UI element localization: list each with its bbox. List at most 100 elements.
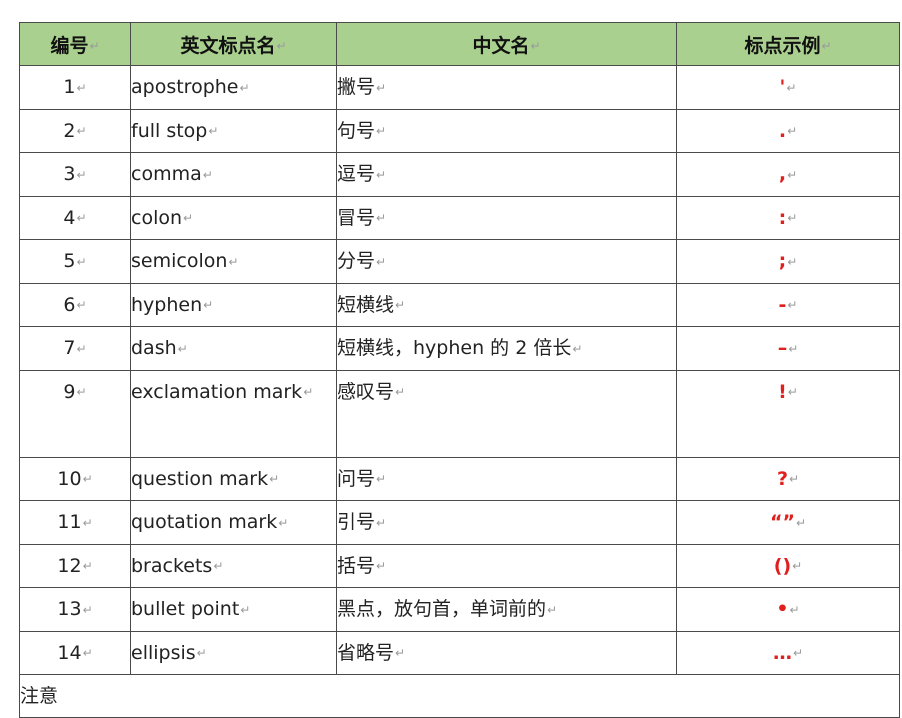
- table-row: 5↵ semicolon↵ 分号↵ ;↵: [19, 239, 900, 284]
- header-example: 标点示例↵: [676, 22, 900, 66]
- paragraph-mark-icon: ↵: [278, 515, 289, 530]
- paragraph-mark-icon: ↵: [82, 602, 93, 617]
- paragraph-mark-icon: ↵: [183, 211, 194, 225]
- cell-english-name-text: colon: [131, 206, 183, 229]
- table-row: 1↵ apostrophe↵ 撇号↵ '↵: [19, 65, 900, 110]
- paragraph-mark-icon: ↵: [76, 167, 87, 182]
- cell-number-text: 2: [63, 119, 76, 142]
- paragraph-mark-icon: ↵: [76, 385, 87, 399]
- paragraph-mark-icon: ↵: [376, 167, 387, 182]
- cell-english-name: ellipsis↵: [130, 630, 337, 675]
- cell-example-text: ?: [776, 467, 788, 490]
- paragraph-mark-icon: ↵: [269, 472, 280, 486]
- paragraph-mark-icon: ↵: [239, 80, 250, 95]
- cell-english-name: colon↵: [130, 195, 337, 240]
- paragraph-mark-icon: ↵: [788, 472, 800, 486]
- paragraph-mark-icon: ↵: [376, 472, 387, 486]
- cell-english-name: bullet point↵: [130, 587, 337, 632]
- cell-english-name-text: comma: [131, 163, 202, 185]
- cell-example-text: –: [777, 337, 788, 359]
- paragraph-mark-icon: ↵: [76, 254, 87, 269]
- paragraph-mark-icon: ↵: [76, 124, 87, 138]
- paragraph-mark-icon: ↵: [203, 298, 214, 312]
- cell-example-text: :: [778, 206, 787, 229]
- table-header-row: 编号↵ 英文标点名↵ 中文名↵ 标点示例↵: [19, 22, 900, 66]
- cell-chinese-name-text: 黑点，放句首，单词前的: [337, 598, 547, 620]
- cell-english-name-text: exclamation mark: [131, 380, 303, 403]
- cell-chinese-name: 问号↵: [336, 456, 677, 501]
- cell-number: 1↵: [19, 65, 131, 110]
- cell-example: -↵: [676, 282, 900, 327]
- cell-english-name-text: semicolon: [131, 250, 228, 272]
- paragraph-mark-icon: ↵: [786, 80, 797, 95]
- paragraph-mark-icon: ↵: [228, 254, 239, 269]
- cell-english-name: dash↵: [130, 326, 337, 371]
- cell-english-name: semicolon↵: [130, 239, 337, 284]
- paragraph-mark-icon: ↵: [82, 515, 93, 530]
- cell-example-text: “”: [769, 511, 795, 533]
- cell-chinese-name: 黑点，放句首，单词前的↵: [336, 587, 677, 632]
- cell-chinese-name-text: 问号: [337, 467, 376, 490]
- table-row: 10↵ question mark↵ 问号↵ ?↵: [19, 456, 900, 501]
- cell-english-name: comma↵: [130, 152, 337, 197]
- cell-example: …↵: [676, 630, 900, 675]
- cell-example-text: .: [778, 119, 787, 142]
- paragraph-mark-icon: ↵: [76, 341, 87, 356]
- note-row: 注意: [19, 674, 900, 718]
- note-cell: 注意: [19, 674, 900, 718]
- table-row: 13↵ bullet point↵ 黑点，放句首，单词前的↵ •↵: [19, 587, 900, 632]
- cell-example: ?↵: [676, 456, 900, 501]
- cell-english-name-text: apostrophe: [131, 76, 239, 98]
- cell-number: 12↵: [19, 543, 131, 588]
- cell-number: 6↵: [19, 282, 131, 327]
- cell-chinese-name-text: 短横线: [337, 293, 395, 316]
- cell-number: 9↵: [19, 369, 131, 458]
- cell-number: 10↵: [19, 456, 131, 501]
- cell-number: 13↵: [19, 587, 131, 632]
- cell-english-name-text: hyphen: [131, 293, 203, 316]
- cell-chinese-name: 短横线，hyphen 的 2 倍长↵: [336, 326, 677, 371]
- paragraph-mark-icon: ↵: [240, 602, 251, 617]
- cell-english-name: brackets↵: [130, 543, 337, 588]
- cell-chinese-name: 分号↵: [336, 239, 677, 284]
- paragraph-mark-icon: ↵: [395, 385, 406, 399]
- cell-english-name-text: brackets: [131, 554, 213, 577]
- cell-example: –↵: [676, 326, 900, 371]
- cell-chinese-name: 逗号↵: [336, 152, 677, 197]
- paragraph-mark-icon: ↵: [177, 341, 188, 356]
- paragraph-mark-icon: ↵: [208, 124, 219, 138]
- cell-example: “”↵: [676, 500, 900, 545]
- cell-number: 4↵: [19, 195, 131, 240]
- paragraph-mark-icon: ↵: [376, 559, 387, 573]
- header-number: 编号↵: [19, 22, 131, 66]
- paragraph-mark-icon: ↵: [82, 559, 93, 573]
- paragraph-mark-icon: ↵: [572, 341, 583, 356]
- paragraph-mark-icon: ↵: [376, 211, 387, 225]
- cell-chinese-name: 括号↵: [336, 543, 677, 588]
- cell-number-text: 14: [57, 641, 82, 664]
- paragraph-mark-icon: ↵: [787, 254, 798, 269]
- cell-english-name: full stop↵: [130, 108, 337, 153]
- cell-chinese-name-text: 句号: [337, 119, 376, 142]
- cell-number: 5↵: [19, 239, 131, 284]
- cell-english-name: hyphen↵: [130, 282, 337, 327]
- cell-example: !↵: [676, 369, 900, 458]
- cell-example: :↵: [676, 195, 900, 240]
- cell-chinese-name: 感叹号↵: [336, 369, 677, 458]
- cell-english-name: exclamation mark↵: [130, 369, 337, 458]
- cell-chinese-name-text: 感叹号: [337, 380, 395, 403]
- paragraph-mark-icon: ↵: [788, 341, 799, 356]
- paragraph-mark-icon: ↵: [76, 298, 87, 312]
- cell-chinese-name-text: 撇号: [337, 76, 376, 98]
- cell-chinese-name: 引号↵: [336, 500, 677, 545]
- cell-chinese-name-text: 逗号: [337, 163, 376, 185]
- cell-example-text: ': [779, 76, 786, 98]
- cell-number-text: 4: [63, 206, 76, 229]
- cell-number-text: 10: [57, 467, 82, 490]
- cell-chinese-name-text: 分号: [337, 250, 376, 272]
- cell-number-text: 6: [63, 293, 76, 316]
- cell-chinese-name: 短横线↵: [336, 282, 677, 327]
- cell-english-name-text: question mark: [131, 467, 269, 490]
- cell-chinese-name-text: 引号: [337, 511, 376, 533]
- cell-chinese-name: 句号↵: [336, 108, 677, 153]
